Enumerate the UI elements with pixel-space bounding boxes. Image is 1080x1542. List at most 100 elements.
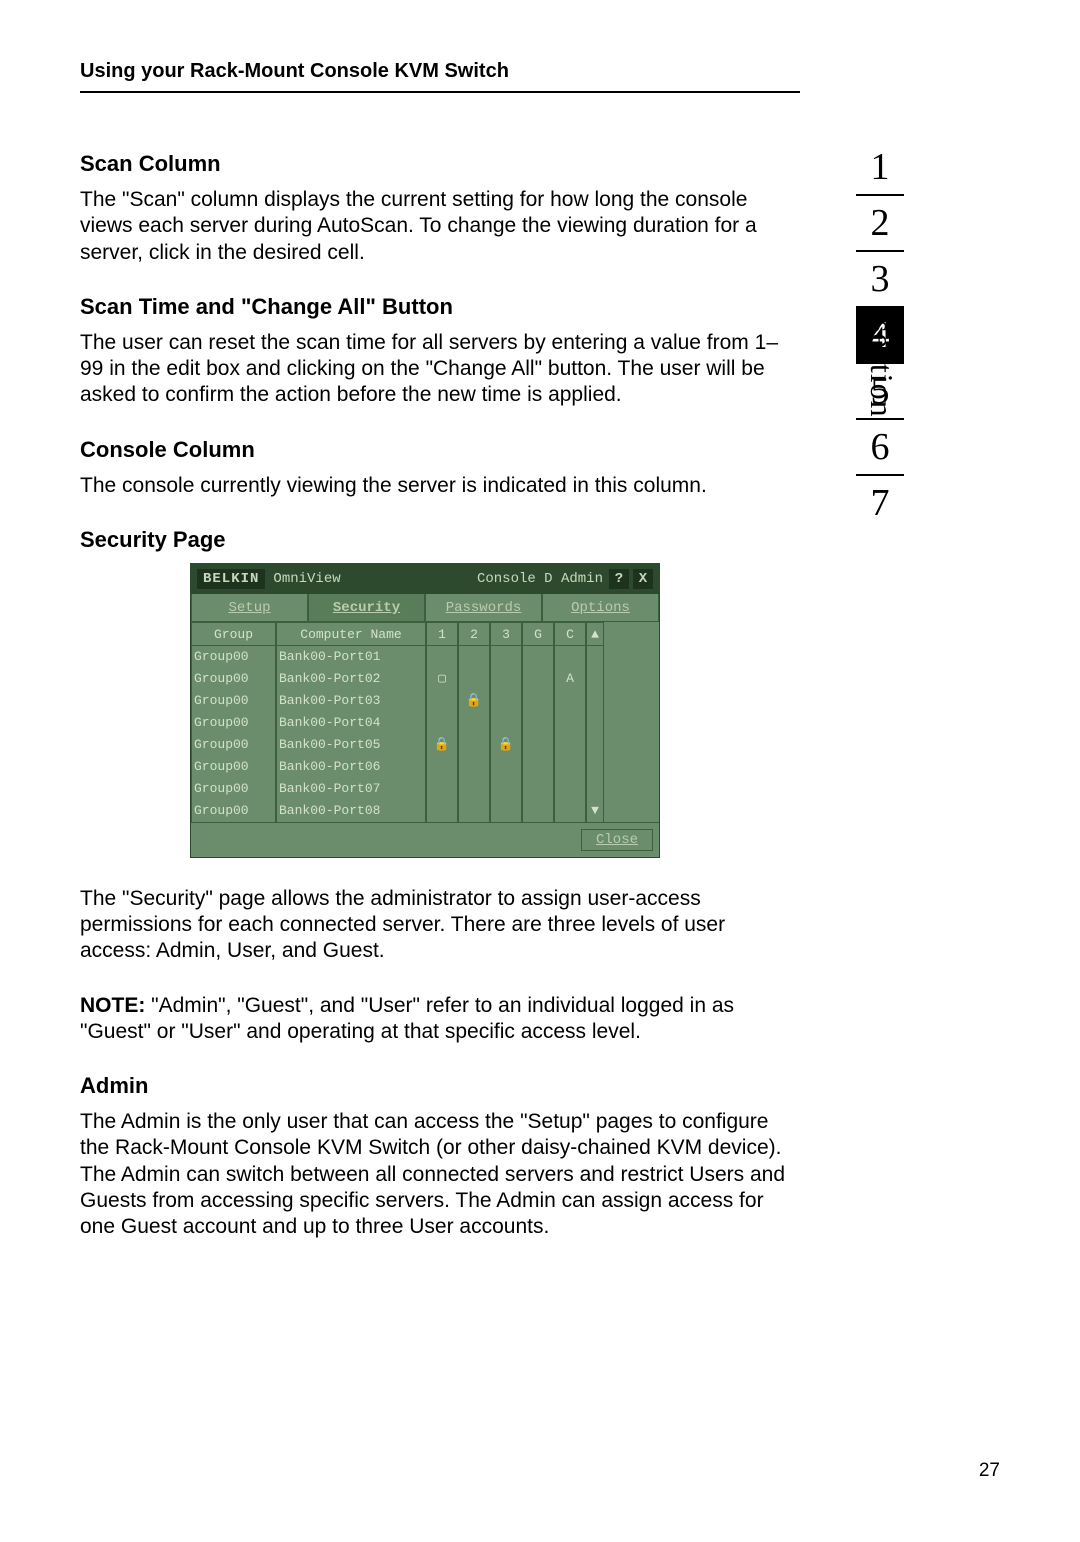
cell-2[interactable] xyxy=(458,778,490,800)
cell-2[interactable] xyxy=(458,800,490,822)
cell-1[interactable]: ▢ xyxy=(426,668,458,690)
cell-name: Bank00-Port08 xyxy=(276,800,426,822)
help-icon[interactable]: ? xyxy=(609,569,629,589)
close-icon[interactable]: X xyxy=(633,569,653,589)
col-header-3: 3 xyxy=(490,622,522,646)
cell-name: Bank00-Port02 xyxy=(276,668,426,690)
osd-close-button[interactable]: Close xyxy=(581,829,653,851)
cell-3[interactable] xyxy=(490,756,522,778)
cell-g[interactable] xyxy=(522,690,554,712)
tab-passwords[interactable]: Passwords xyxy=(425,594,542,622)
para-scan-column: The "Scan" column displays the current s… xyxy=(80,187,800,266)
heading-scan-time: Scan Time and "Change All" Button xyxy=(80,294,800,320)
cell-g[interactable] xyxy=(522,668,554,690)
para-console-column: The console currently viewing the server… xyxy=(80,473,800,499)
section-nav-item-3[interactable]: 3 xyxy=(856,252,904,308)
cell-group: Group00 xyxy=(191,712,276,734)
table-row[interactable]: Group00Bank00-Port07 xyxy=(191,778,659,800)
scrollbar-track xyxy=(586,646,604,668)
cell-2[interactable] xyxy=(458,734,490,756)
cell-3[interactable] xyxy=(490,668,522,690)
section-label: section xyxy=(863,320,900,418)
page-header-title: Using your Rack-Mount Console KVM Switch xyxy=(80,60,800,83)
cell-2[interactable] xyxy=(458,756,490,778)
cell-group: Group00 xyxy=(191,800,276,822)
cell-1[interactable] xyxy=(426,690,458,712)
table-row[interactable]: Group00Bank00-Port02▢A xyxy=(191,668,659,690)
tab-options[interactable]: Options xyxy=(542,594,659,622)
osd-title-right: Console D Admin xyxy=(341,571,609,587)
cell-3[interactable] xyxy=(490,800,522,822)
cell-1[interactable]: 🔒 xyxy=(426,734,458,756)
col-header-2: 2 xyxy=(458,622,490,646)
cell-name: Bank00-Port03 xyxy=(276,690,426,712)
scrollbar-track xyxy=(586,734,604,756)
col-header-c: C xyxy=(554,622,586,646)
osd-titlebar: BELKIN OmniView Console D Admin ? X xyxy=(191,564,659,594)
cell-g[interactable] xyxy=(522,646,554,668)
section-nav-item-6[interactable]: 6 xyxy=(856,420,904,476)
cell-group: Group00 xyxy=(191,756,276,778)
note-label: NOTE: xyxy=(80,994,145,1017)
osd-column-headers: Group Computer Name 1 2 3 G C ▲ xyxy=(191,622,659,646)
cell-1[interactable] xyxy=(426,712,458,734)
cell-3[interactable] xyxy=(490,712,522,734)
cell-name: Bank00-Port07 xyxy=(276,778,426,800)
cell-1[interactable] xyxy=(426,778,458,800)
cell-1[interactable] xyxy=(426,646,458,668)
cell-3[interactable]: 🔒 xyxy=(490,734,522,756)
tab-security[interactable]: Security xyxy=(308,594,425,622)
cell-2[interactable] xyxy=(458,646,490,668)
cell-group: Group00 xyxy=(191,668,276,690)
cell-2[interactable]: 🔒 xyxy=(458,690,490,712)
table-row[interactable]: Group00Bank00-Port04 xyxy=(191,712,659,734)
table-row[interactable]: Group00Bank00-Port01 xyxy=(191,646,659,668)
section-nav-item-2[interactable]: 2 xyxy=(856,196,904,252)
heading-scan-column: Scan Column xyxy=(80,151,800,177)
security-osd-figure: BELKIN OmniView Console D Admin ? X Setu… xyxy=(190,563,660,858)
cell-3[interactable] xyxy=(490,646,522,668)
header-divider xyxy=(80,91,800,93)
cell-1[interactable] xyxy=(426,756,458,778)
para-scan-time: The user can reset the scan time for all… xyxy=(80,330,800,409)
para-security-after: The "Security" page allows the administr… xyxy=(80,886,800,965)
cell-name: Bank00-Port01 xyxy=(276,646,426,668)
table-row[interactable]: Group00Bank00-Port08 ▼ xyxy=(191,800,659,822)
cell-3[interactable] xyxy=(490,778,522,800)
table-row[interactable]: Group00Bank00-Port06 xyxy=(191,756,659,778)
scrollbar-track xyxy=(586,778,604,800)
heading-security-page: Security Page xyxy=(80,527,800,553)
cell-g[interactable] xyxy=(522,734,554,756)
cell-c xyxy=(554,800,586,822)
heading-console-column: Console Column xyxy=(80,437,800,463)
tab-setup[interactable]: Setup xyxy=(191,594,308,622)
cell-c xyxy=(554,690,586,712)
cell-group: Group00 xyxy=(191,778,276,800)
cell-g[interactable] xyxy=(522,756,554,778)
section-nav-item-7[interactable]: 7 xyxy=(856,476,904,530)
cell-2[interactable] xyxy=(458,668,490,690)
col-header-1: 1 xyxy=(426,622,458,646)
col-header-g: G xyxy=(522,622,554,646)
osd-product: OmniView xyxy=(273,571,340,587)
heading-admin: Admin xyxy=(80,1073,800,1099)
table-row[interactable]: Group00Bank00-Port05🔒🔒 xyxy=(191,734,659,756)
cell-g[interactable] xyxy=(522,712,554,734)
cell-group: Group00 xyxy=(191,734,276,756)
cell-g[interactable] xyxy=(522,778,554,800)
para-admin: The Admin is the only user that can acce… xyxy=(80,1109,800,1240)
section-nav-item-1[interactable]: 1 xyxy=(856,140,904,196)
cell-c xyxy=(554,756,586,778)
cell-1[interactable] xyxy=(426,800,458,822)
table-row[interactable]: Group00Bank00-Port03🔒 xyxy=(191,690,659,712)
cell-g[interactable] xyxy=(522,800,554,822)
cell-3[interactable] xyxy=(490,690,522,712)
scrollbar-track xyxy=(586,712,604,734)
cell-name: Bank00-Port05 xyxy=(276,734,426,756)
scroll-down-icon[interactable]: ▼ xyxy=(586,800,604,822)
scroll-up-icon[interactable]: ▲ xyxy=(586,622,604,646)
cell-c xyxy=(554,778,586,800)
cell-2[interactable] xyxy=(458,712,490,734)
scrollbar-track xyxy=(586,690,604,712)
cell-c xyxy=(554,712,586,734)
